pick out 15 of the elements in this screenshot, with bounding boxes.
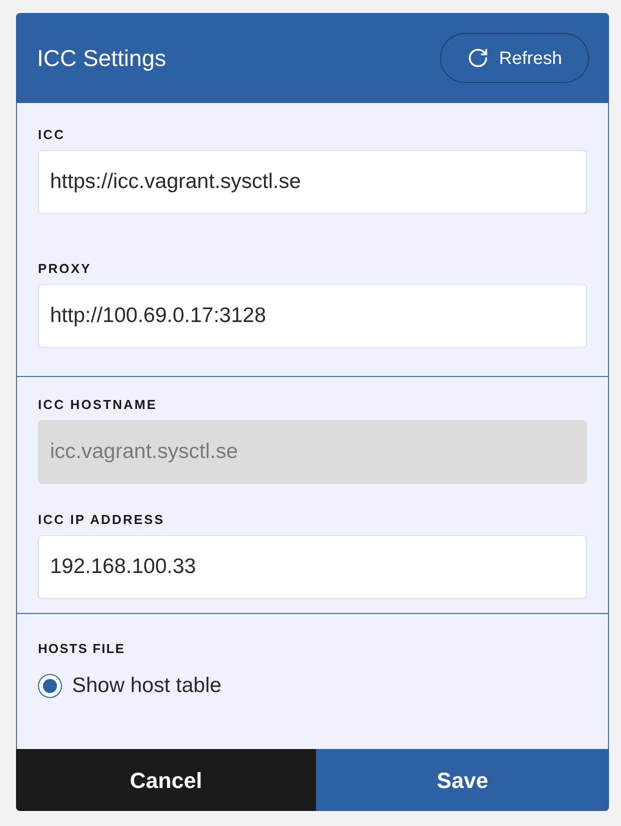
field-label: PROXY — [38, 261, 92, 277]
save-button[interactable]: Save — [316, 749, 609, 811]
field-label: ICC IP ADDRESS — [38, 512, 166, 528]
panel-title: ICC Settings — [37, 44, 166, 73]
text-field[interactable]: https://icc.vagrant.sysctl.se — [38, 150, 587, 214]
field-label: ICC HOSTNAME — [38, 397, 158, 413]
text-field[interactable]: 192.168.100.33 — [38, 535, 587, 599]
field-label: ICC — [38, 127, 66, 143]
cancel-button[interactable]: Cancel — [16, 749, 316, 811]
section-label: HOSTS FILE — [38, 641, 126, 657]
radio-button[interactable] — [38, 674, 62, 698]
refresh-icon — [466, 47, 489, 69]
radio-option[interactable]: Show host table — [38, 674, 587, 698]
text-field[interactable]: http://100.69.0.17:3128 — [38, 284, 587, 348]
refresh-button[interactable]: Refresh — [440, 33, 589, 83]
